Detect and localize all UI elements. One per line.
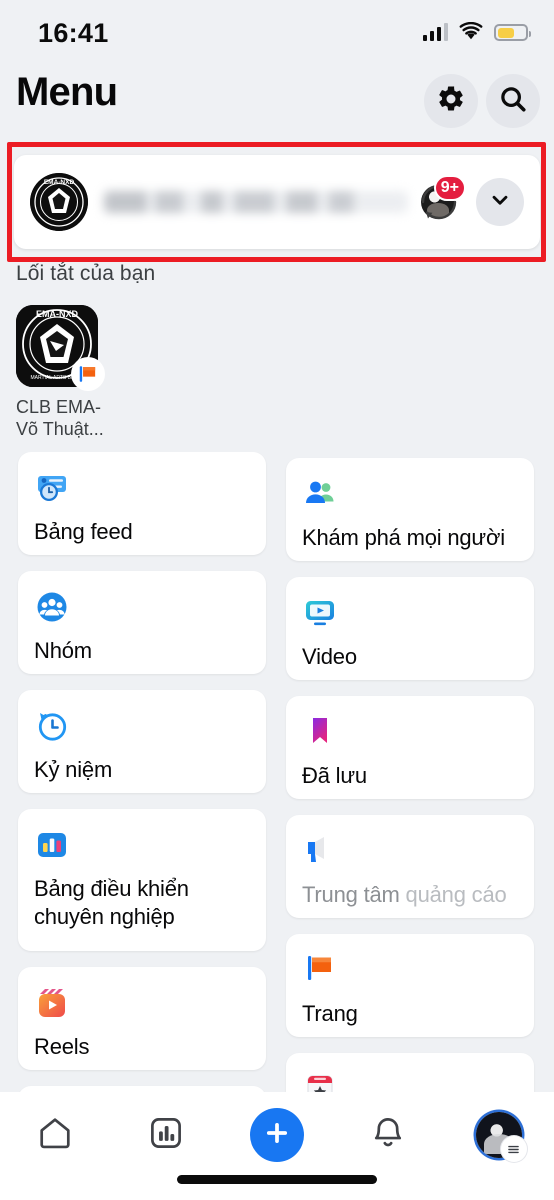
shortcut-avatar: EMA-NXD MARTIAL ARTS BRING bbox=[16, 305, 105, 391]
tile-label: Khám phá mọi người bbox=[302, 525, 505, 550]
avatar bbox=[475, 1112, 527, 1162]
page-avatar-ema-nxo: EMA-NXD bbox=[30, 173, 88, 231]
plus-icon bbox=[263, 1119, 291, 1152]
tile-trang[interactable]: Trang bbox=[286, 934, 534, 1037]
feed-board-icon bbox=[34, 470, 70, 506]
tile-label: Bảng điều khiển chuyên nghiệp bbox=[34, 875, 250, 931]
svg-text:EMA-NXD: EMA-NXD bbox=[44, 179, 75, 186]
tile-bang-feed[interactable]: Bảng feed bbox=[18, 452, 266, 555]
shortcut-label-line2: Võ Thuật... bbox=[16, 419, 104, 439]
memories-clock-icon bbox=[34, 708, 70, 744]
tile-video[interactable]: Video bbox=[286, 577, 534, 680]
status-bar-time: 16:41 bbox=[38, 18, 109, 48]
home-indicator bbox=[177, 1175, 377, 1184]
status-bar: 16:41 bbox=[0, 0, 554, 62]
tile-ky-niem[interactable]: Kỷ niệm bbox=[18, 690, 266, 793]
settings-button[interactable] bbox=[424, 74, 478, 128]
tile-label: Bảng feed bbox=[34, 519, 133, 544]
tile-label-secondary: quảng cáo bbox=[399, 882, 507, 907]
tile-label: Video bbox=[302, 644, 357, 669]
professional-dashboard-icon bbox=[34, 827, 70, 863]
battery-icon bbox=[494, 24, 531, 41]
signal-bars-icon bbox=[422, 22, 448, 41]
tile-label: Reels bbox=[34, 1034, 90, 1059]
tile-label: Trung tâm quảng cáo bbox=[302, 881, 518, 909]
home-icon bbox=[36, 1114, 74, 1157]
people-discover-icon bbox=[302, 476, 338, 512]
page-header: Menu bbox=[0, 68, 554, 138]
svg-text:EMA-NXD: EMA-NXD bbox=[36, 309, 78, 319]
shortcut-item-clb-ema[interactable]: EMA-NXD MARTIAL ARTS BRING CLB EMA- Võ T… bbox=[16, 305, 116, 440]
menu-tiles-grid: Bảng feed Nhóm Kỷ niệm Bảng điều khiển c… bbox=[0, 452, 554, 1112]
video-icon bbox=[302, 595, 338, 631]
tile-label-line2: chuyên nghiệp bbox=[34, 904, 175, 929]
pages-flag-icon bbox=[302, 952, 338, 988]
search-button[interactable] bbox=[486, 74, 540, 128]
tile-da-luu[interactable]: Đã lưu bbox=[286, 696, 534, 799]
dashboard-chart-icon bbox=[147, 1114, 185, 1157]
tile-label: Trang bbox=[302, 1001, 358, 1026]
menu-tiles-left-column: Bảng feed Nhóm Kỷ niệm Bảng điều khiển c… bbox=[18, 452, 266, 1112]
tile-reels[interactable]: Reels bbox=[18, 967, 266, 1070]
search-icon bbox=[498, 84, 528, 119]
nav-item-dashboard[interactable] bbox=[123, 1106, 209, 1164]
saved-bookmark-icon bbox=[302, 714, 338, 750]
expand-profile-button[interactable] bbox=[476, 178, 524, 226]
gear-icon bbox=[436, 84, 466, 119]
profile-name-redacted: CLB EMA - Võ Thuật NXĐ ... bbox=[104, 191, 408, 213]
tile-kham-pha-moi-nguoi[interactable]: Khám phá mọi người bbox=[286, 458, 534, 561]
active-profile-card[interactable]: EMA-NXD CLB EMA - Võ Thuật NXĐ ... 9+ bbox=[14, 155, 540, 249]
groups-icon bbox=[34, 589, 70, 625]
nav-item-home[interactable] bbox=[12, 1106, 98, 1164]
chevron-down-icon bbox=[489, 189, 511, 216]
shortcuts-section-title: Lối tắt của bạn bbox=[16, 262, 156, 285]
reels-icon bbox=[34, 985, 70, 1021]
create-post-button[interactable] bbox=[249, 1108, 304, 1162]
tile-label-line1: Bảng điều khiển bbox=[34, 876, 189, 901]
nav-item-menu[interactable] bbox=[456, 1106, 542, 1164]
tile-trung-tam-quang-cao[interactable]: Trung tâm quảng cáo bbox=[286, 815, 534, 918]
hamburger-menu-icon bbox=[500, 1136, 527, 1162]
bell-icon bbox=[369, 1114, 407, 1157]
nav-item-create[interactable] bbox=[234, 1106, 320, 1164]
status-bar-indicators bbox=[422, 21, 531, 41]
tile-label: Kỷ niệm bbox=[34, 757, 113, 782]
switch-profile-button[interactable]: 9+ bbox=[416, 175, 466, 225]
menu-tiles-right-column: Khám phá mọi người Video Đã lưu Trung tâ… bbox=[286, 458, 534, 1112]
ads-center-icon bbox=[302, 833, 338, 869]
tile-label: Nhóm bbox=[34, 638, 92, 663]
tile-label-primary: Trung tâm bbox=[302, 882, 400, 907]
nav-item-notifications[interactable] bbox=[345, 1106, 431, 1164]
shortcut-label-line1: CLB EMA- bbox=[16, 397, 102, 417]
shortcut-label: CLB EMA- Võ Thuật... bbox=[16, 396, 116, 440]
facebook-menu-screen: 16:41 Menu EMA-NXD 9+ Lối tắt của bạn EM… bbox=[0, 0, 554, 1200]
page-title: Menu bbox=[16, 70, 118, 114]
wifi-icon bbox=[459, 21, 483, 41]
status-badge: 9+ bbox=[433, 175, 466, 201]
tile-nhom[interactable]: Nhóm bbox=[18, 571, 266, 674]
page-flag-icon bbox=[71, 357, 105, 391]
tile-label: Đã lưu bbox=[302, 763, 367, 788]
tile-bang-dieu-khien-chuyen-nghiep[interactable]: Bảng điều khiển chuyên nghiệp bbox=[18, 809, 266, 951]
